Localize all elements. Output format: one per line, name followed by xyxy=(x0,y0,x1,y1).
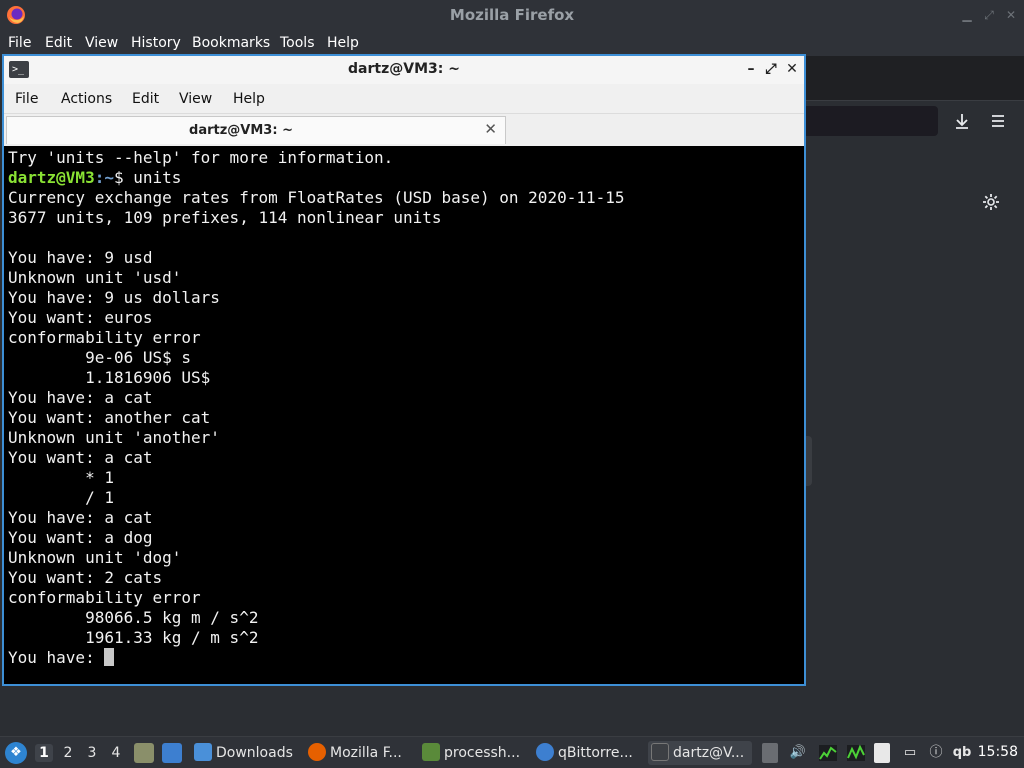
terminal-line: * 1 xyxy=(8,468,114,487)
text-cursor xyxy=(104,648,115,666)
terminal-line: You have: a cat xyxy=(8,508,153,527)
terminal-line: You have: 9 usd xyxy=(8,248,153,267)
firefox-menu-bookmarks[interactable]: Bookmarks xyxy=(192,35,270,51)
firefox-titlebar: Mozilla Firefox ▁ ⤢ ✕ xyxy=(0,0,1024,30)
terminal-tab-label: dartz@VM3: ~ xyxy=(189,123,293,138)
terminal-maximize-button[interactable]: ⤢ xyxy=(762,60,780,78)
prompt-command: $ units xyxy=(113,168,182,187)
terminal-titlebar[interactable]: >_ dartz@VM3: ~ – ⤢ ✕ xyxy=(4,56,804,84)
desktop-launcher-icon[interactable] xyxy=(162,743,182,763)
terminal-line: You have: a cat xyxy=(8,388,153,407)
firefox-icon xyxy=(308,743,326,761)
gear-icon[interactable] xyxy=(982,193,1000,211)
firefox-window-title: Mozilla Firefox xyxy=(449,6,575,24)
firefox-menu-history[interactable]: History xyxy=(131,35,181,51)
firefox-menu-help[interactable]: Help xyxy=(327,35,359,51)
terminal-line: You want: another cat xyxy=(8,408,211,427)
taskbar-task-qbittorrent[interactable]: qBittorre... xyxy=(536,741,640,765)
terminal-close-button[interactable]: ✕ xyxy=(783,60,801,78)
taskbar: ❖ 1 2 3 4 Downloads Mozilla F... process… xyxy=(0,736,1024,768)
workspace-3-button[interactable]: 3 xyxy=(83,744,101,762)
firefox-menu-tools[interactable]: Tools xyxy=(280,35,315,51)
tab-close-icon[interactable]: ✕ xyxy=(484,120,497,138)
qbittorrent-tray-icon[interactable]: qb xyxy=(952,743,972,763)
terminal-menu-help[interactable]: Help xyxy=(233,91,265,107)
terminal-line: 9e-06 US$ s xyxy=(8,348,192,367)
prompt-user: dartz@VM3 xyxy=(8,168,95,187)
terminal-input-line[interactable]: You have: xyxy=(8,648,625,668)
start-menu-icon[interactable]: ❖ xyxy=(5,742,27,764)
terminal-line: Unknown unit 'another' xyxy=(8,428,220,447)
hamburger-menu-icon[interactable] xyxy=(990,113,1006,129)
terminal-line: You want: euros xyxy=(8,308,153,327)
terminal-menu-edit[interactable]: Edit xyxy=(132,91,159,107)
firefox-tab-strip xyxy=(806,56,1024,100)
terminal-line: / 1 xyxy=(8,488,114,507)
terminal-line: Currency exchange rates from FloatRates … xyxy=(8,188,625,207)
taskbar-task-firefox[interactable]: Mozilla F... xyxy=(308,741,412,765)
firefox-maximize-button[interactable]: ⤢ xyxy=(982,8,996,22)
taskbar-task-downloads[interactable]: Downloads xyxy=(194,741,298,765)
file-manager-launcher-icon[interactable] xyxy=(134,743,154,763)
folder-icon xyxy=(194,743,212,761)
terminal-tab[interactable]: dartz@VM3: ~ ✕ xyxy=(6,116,506,144)
qbittorrent-icon xyxy=(536,743,554,761)
terminal-menu-actions[interactable]: Actions xyxy=(61,91,112,107)
clipboard-tray-icon[interactable] xyxy=(762,743,778,763)
firefox-menu-view[interactable]: View xyxy=(85,35,118,51)
terminal-input-prompt: You have: xyxy=(8,648,105,667)
terminal-line: You want: a dog xyxy=(8,528,153,547)
firefox-menu-file[interactable]: File xyxy=(8,35,31,51)
terminal-tab-bar: dartz@VM3: ~ ✕ xyxy=(4,114,804,146)
firefox-url-bar[interactable] xyxy=(806,106,938,136)
terminal-output[interactable]: Try 'units --help' for more information.… xyxy=(4,146,804,684)
taskbar-task-terminal[interactable]: dartz@V... xyxy=(648,741,752,765)
terminal-window-title: dartz@VM3: ~ xyxy=(348,61,460,77)
firefox-content-area xyxy=(806,145,1024,735)
terminal-line: 3677 units, 109 prefixes, 114 nonlinear … xyxy=(8,208,442,227)
firefox-menu-edit[interactable]: Edit xyxy=(45,35,72,51)
terminal-text: Try 'units --help' for more information.… xyxy=(8,148,625,668)
firefox-minimize-button[interactable]: ▁ xyxy=(960,8,974,22)
taskbar-task-processhacker[interactable]: processh... xyxy=(422,741,526,765)
terminal-icon xyxy=(651,743,669,761)
process-monitor-icon xyxy=(422,743,440,761)
firefox-close-button[interactable]: ✕ xyxy=(1004,8,1018,22)
terminal-line: You want: a cat xyxy=(8,448,153,467)
update-notifier-icon[interactable]: ⓘ xyxy=(926,743,946,763)
workspace-2-button[interactable]: 2 xyxy=(59,744,77,762)
terminal-minimize-button[interactable]: – xyxy=(742,60,760,78)
terminal-line: Try 'units --help' for more information. xyxy=(8,148,394,167)
network-monitor-icon[interactable] xyxy=(846,743,866,763)
download-icon[interactable] xyxy=(953,112,971,130)
terminal-menu-file[interactable]: File xyxy=(15,91,38,107)
terminal-line: 1961.33 kg / m s^2 xyxy=(8,628,259,647)
firefox-menubar: File Edit View History Bookmarks Tools H… xyxy=(0,30,1024,56)
terminal-line: You have: 9 us dollars xyxy=(8,288,220,307)
terminal-line: Unknown unit 'usd' xyxy=(8,268,182,287)
terminal-line: 98066.5 kg m / s^2 xyxy=(8,608,259,627)
terminal-line: You want: 2 cats xyxy=(8,568,163,587)
display-icon[interactable]: ▭ xyxy=(900,743,920,763)
terminal-menu-view[interactable]: View xyxy=(179,91,212,107)
notes-tray-icon[interactable] xyxy=(874,743,890,763)
prompt-path: :~ xyxy=(94,168,114,187)
workspace-4-button[interactable]: 4 xyxy=(107,744,125,762)
terminal-line: 1.1816906 US$ xyxy=(8,368,211,387)
terminal-window: >_ dartz@VM3: ~ – ⤢ ✕ File Actions Edit … xyxy=(2,54,806,686)
volume-icon[interactable]: 🔊 xyxy=(788,743,808,763)
terminal-line: Unknown unit 'dog' xyxy=(8,548,182,567)
clock[interactable]: 15:58 xyxy=(978,744,1018,760)
terminal-menubar: File Actions Edit View Help xyxy=(4,84,804,114)
terminal-line: dartz@VM3:~$ units xyxy=(8,168,625,188)
terminal-line: conformability error xyxy=(8,328,201,347)
cpu-monitor-icon[interactable] xyxy=(818,743,838,763)
terminal-line: conformability error xyxy=(8,588,201,607)
workspace-1-button[interactable]: 1 xyxy=(35,744,53,762)
